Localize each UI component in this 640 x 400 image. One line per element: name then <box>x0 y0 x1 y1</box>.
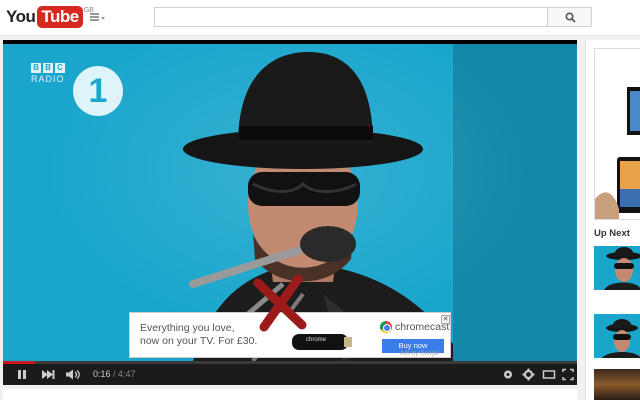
logo-you-text: You <box>6 7 36 26</box>
bbc-letter: B <box>31 63 41 73</box>
player-size-icon[interactable] <box>542 368 556 381</box>
masthead: You Tube GB <box>0 0 640 36</box>
duration: 4:47 <box>118 369 136 379</box>
pause-icon[interactable] <box>17 368 27 381</box>
device-label: chrome <box>306 337 327 343</box>
close-ad-button[interactable]: ✕ <box>441 315 450 324</box>
ad-line-2: now on your TV. For £30. <box>140 335 258 347</box>
up-next-video-thumbnail[interactable] <box>594 246 640 290</box>
next-icon[interactable] <box>41 368 55 381</box>
search-input[interactable] <box>154 7 548 27</box>
up-next-label: Up Next <box>594 228 630 239</box>
chromecast-device-image: chrome <box>292 334 348 350</box>
time-display: 0:16 / 4:47 <box>93 369 136 379</box>
sidebar-promo-ad[interactable] <box>594 48 640 220</box>
fullscreen-icon[interactable] <box>562 368 574 381</box>
ads-by-text: Ads by Google <box>400 351 440 357</box>
video-frame[interactable]: B B C RADIO 1 Everything you love, now o… <box>3 44 577 361</box>
ad-copy: Everything you love, now on your TV. For… <box>140 322 270 348</box>
promo-device-image <box>595 87 640 219</box>
search-icon <box>565 12 576 23</box>
bbc-logo: B B C RADIO <box>31 63 71 84</box>
chrome-logo-icon <box>380 321 392 333</box>
below-player-area <box>3 389 577 400</box>
video-player[interactable]: B B C RADIO 1 Everything you love, now o… <box>3 40 577 385</box>
volume-icon[interactable] <box>65 368 81 381</box>
radio-one-logo: 1 <box>73 66 123 116</box>
volume-icon-glyph <box>66 369 80 380</box>
time-separator: / <box>110 369 119 379</box>
guide-menu-icon <box>90 13 99 21</box>
settings-gear-icon[interactable] <box>522 368 535 381</box>
next-icon-glyph <box>42 370 55 379</box>
chevron-down-icon <box>101 17 105 20</box>
related-sidebar: Up Next <box>585 40 640 400</box>
overlay-ad[interactable]: Everything you love, now on your TV. For… <box>129 274 451 358</box>
search-button[interactable] <box>547 7 592 27</box>
related-video-thumbnail[interactable] <box>594 314 640 358</box>
current-time: 0:16 <box>93 369 111 379</box>
annotations-icon[interactable] <box>502 368 514 381</box>
youtube-logo[interactable]: You Tube GB <box>6 6 94 28</box>
ad-line-1: Everything you love, <box>140 322 235 334</box>
related-video-thumbnail[interactable] <box>594 369 640 400</box>
bbc-radio-text: RADIO <box>31 74 65 84</box>
guide-menu-button[interactable] <box>88 10 108 26</box>
logo-tube-text: Tube <box>37 6 83 28</box>
player-controls: 0:16 / 4:47 <box>3 364 577 385</box>
bbc-letter: B <box>43 63 53 73</box>
bbc-letter: C <box>55 63 65 73</box>
